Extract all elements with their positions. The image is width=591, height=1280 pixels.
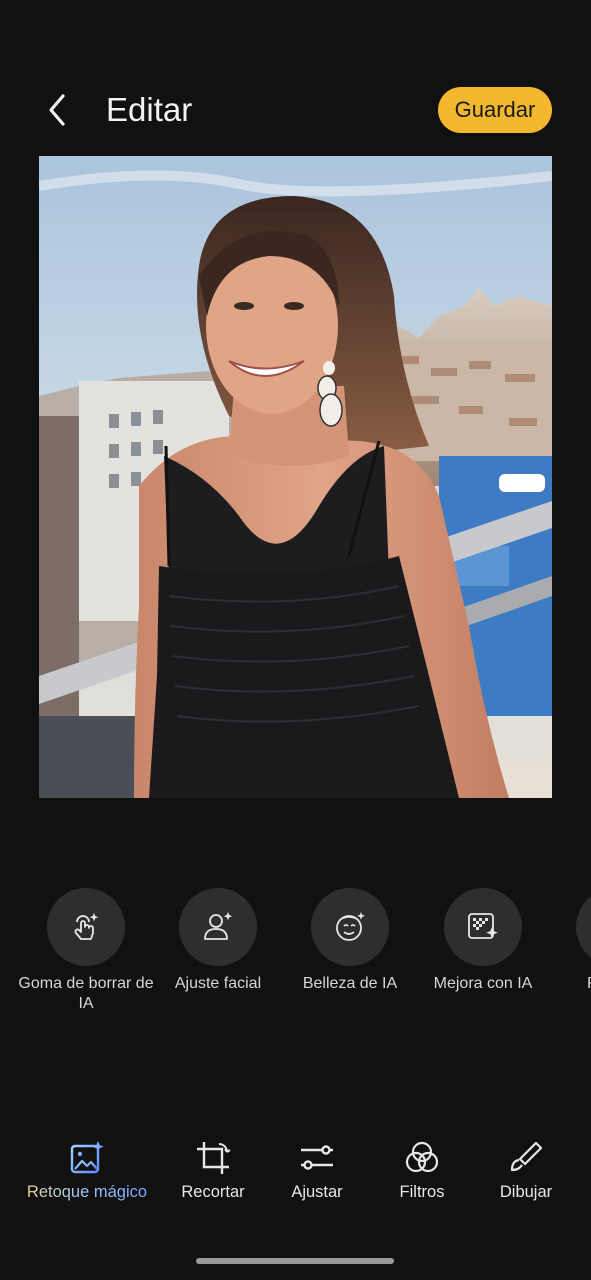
ai-eraser-icon — [74, 913, 99, 940]
adjust-sliders-icon — [301, 1145, 333, 1170]
tool-ai-eraser[interactable]: Goma de borrar de IA — [16, 888, 156, 1014]
nav-draw[interactable]: Dibujar — [456, 1138, 591, 1202]
nav-magic-retouch-label: Retoque mágico — [17, 1183, 157, 1202]
chevron-left-icon — [49, 94, 65, 126]
ai-tools-row[interactable]: Goma de borrar de IA Ajuste facial Belle… — [0, 888, 591, 1028]
brush-icon — [510, 1141, 543, 1172]
face-adjust-icon — [204, 912, 233, 940]
tool-partial-label: Reco — [545, 974, 591, 994]
bottom-nav: Retoque mágico Recortar Ajustar Filtros … — [0, 1138, 591, 1218]
tool-ai-enhance[interactable]: Mejora con IA — [413, 888, 553, 994]
crop-icon — [197, 1142, 231, 1174]
tool-ai-beauty[interactable]: Belleza de IA — [280, 888, 420, 994]
photo-image — [39, 156, 552, 798]
nav-draw-label: Dibujar — [499, 1183, 553, 1201]
tool-ai-beauty-label: Belleza de IA — [302, 975, 398, 992]
tool-ai-eraser-button[interactable] — [47, 888, 125, 966]
filters-icon — [405, 1141, 439, 1173]
page-title: Editar — [106, 91, 193, 128]
nav-magic-retouch[interactable]: Retoque mágico — [17, 1138, 157, 1202]
photo-canvas[interactable] — [39, 156, 552, 798]
tool-face-adjust-label: Ajuste facial — [174, 975, 262, 992]
tool-partial-button[interactable] — [576, 888, 591, 966]
top-bar: Editar Guardar — [0, 80, 591, 140]
tool-ai-enhance-button[interactable] — [444, 888, 522, 966]
tool-face-adjust-button[interactable] — [179, 888, 257, 966]
tool-partial[interactable]: Reco — [545, 888, 591, 994]
ai-enhance-icon — [468, 913, 498, 939]
magic-retouch-icon — [70, 1141, 104, 1174]
save-button[interactable]: Guardar — [438, 87, 552, 133]
home-indicator[interactable] — [196, 1258, 394, 1264]
ai-beauty-icon — [336, 912, 365, 941]
tool-ai-beauty-button[interactable] — [311, 888, 389, 966]
back-button[interactable] — [38, 90, 78, 130]
tool-ai-enhance-label: Mejora con IA — [433, 975, 533, 992]
tool-face-adjust[interactable]: Ajuste facial — [148, 888, 288, 994]
tool-ai-eraser-label: Goma de borrar de IA — [18, 975, 154, 1012]
